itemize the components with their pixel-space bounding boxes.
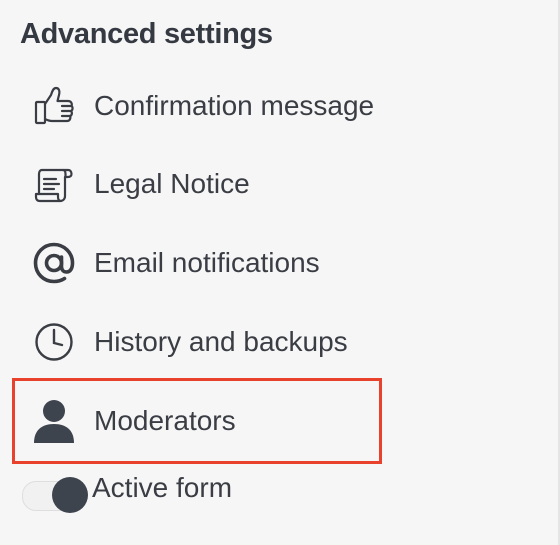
menu-item-label: History and backups: [94, 326, 348, 357]
toggle-knob[interactable]: [52, 477, 88, 513]
user-icon: [30, 397, 78, 445]
active-form-toggle[interactable]: [22, 477, 88, 513]
menu-item-moderators[interactable]: Moderators: [30, 393, 530, 449]
thumbs-up-icon: [30, 82, 78, 130]
menu-item-label: Legal Notice: [94, 168, 250, 199]
active-form-toggle-row: Active form: [22, 470, 422, 514]
menu-item-confirmation-message[interactable]: Confirmation message: [30, 78, 530, 134]
menu-item-label: Moderators: [94, 405, 236, 436]
section-title: Advanced settings: [20, 18, 273, 50]
menu-item-label: Email notifications: [94, 247, 320, 278]
clock-icon: [30, 318, 78, 366]
menu-item-label: Confirmation message: [94, 90, 375, 121]
toggle-label: Active form: [92, 472, 233, 503]
menu-item-email-notifications[interactable]: Email notifications: [30, 235, 530, 291]
advanced-settings-panel: Advanced settings Confirmation message L…: [0, 0, 560, 545]
menu-item-legal-notice[interactable]: Legal Notice: [30, 156, 530, 212]
at-sign-icon: [30, 239, 78, 287]
scroll-document-icon: [30, 160, 78, 208]
menu-item-history-and-backups[interactable]: History and backups: [30, 314, 530, 370]
